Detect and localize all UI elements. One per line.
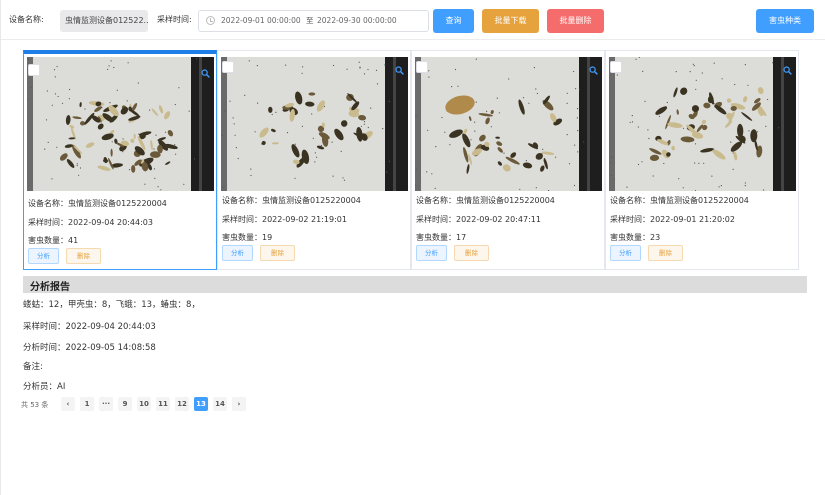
trap-photo[interactable]: [221, 57, 408, 191]
pest-species-button[interactable]: 害虫种类: [756, 9, 814, 33]
delete-button[interactable]: 删除: [66, 248, 101, 264]
trap-photo[interactable]: [27, 57, 214, 191]
card-device-name: 设备名称：虫情监测设备0125220004: [610, 196, 749, 205]
next-page-button[interactable]: ›: [232, 397, 246, 411]
select-checkbox[interactable]: [28, 64, 40, 76]
card-device-name: 设备名称：虫情监测设备0125220004: [222, 196, 361, 205]
select-checkbox[interactable]: [610, 61, 622, 73]
end-time-input[interactable]: 2022-09-30 00:00:00: [317, 11, 397, 31]
card-pest-count: 害虫数量：19: [222, 233, 273, 242]
zoom-icon[interactable]: [783, 60, 792, 75]
page-button[interactable]: 12: [175, 397, 189, 411]
image-card-grid: 设备名称：虫情监测设备0125220004 采样时间：2022-09-04 20:…: [23, 50, 799, 270]
date-range-picker[interactable]: 2022-09-01 00:00:00 至 2022-09-30 00:00:0…: [198, 10, 429, 32]
page-ellipsis[interactable]: ···: [99, 397, 113, 411]
card-sample-time: 采样时间：2022-09-04 20:44:03: [28, 218, 153, 227]
report-analysis-time: 分析时间：2022-09-05 14:08:58: [23, 343, 156, 353]
card-pest-count: 害虫数量：17: [416, 233, 467, 242]
analyze-button[interactable]: 分析: [610, 245, 641, 261]
card-pest-count: 害虫数量：41: [28, 236, 79, 245]
report-title: 分析报告: [30, 282, 70, 293]
image-card[interactable]: 设备名称：虫情监测设备0125220004 采样时间：2022-09-01 21:…: [605, 50, 799, 270]
trap-photo[interactable]: [609, 57, 796, 191]
analyze-button[interactable]: 分析: [416, 245, 447, 261]
page-button[interactable]: 14: [213, 397, 227, 411]
analyze-button[interactable]: 分析: [222, 245, 253, 261]
select-checkbox[interactable]: [416, 61, 428, 73]
prev-page-button[interactable]: ‹: [61, 397, 75, 411]
card-sample-time: 采样时间：2022-09-01 21:20:02: [610, 215, 735, 224]
delete-button[interactable]: 删除: [648, 245, 683, 261]
device-label: 设备名称:: [9, 15, 44, 24]
start-time-input[interactable]: 2022-09-01 00:00:00: [221, 11, 301, 31]
image-card[interactable]: 设备名称：虫情监测设备0125220004 采样时间：2022-09-02 21:…: [217, 50, 411, 270]
page-button[interactable]: 13: [194, 397, 208, 411]
zoom-icon[interactable]: [395, 60, 404, 75]
filter-toolbar: 设备名称: 虫情监测设备012522... 采样时间: 2022-09-01 0…: [1, 0, 825, 40]
page-button[interactable]: 10: [137, 397, 151, 411]
clock-icon: [206, 16, 215, 25]
delete-button[interactable]: 删除: [260, 245, 295, 261]
sample-time-label: 采样时间:: [157, 15, 192, 24]
card-sample-time: 采样时间：2022-09-02 20:47:11: [416, 215, 541, 224]
select-checkbox[interactable]: [222, 61, 234, 73]
pest-image-page: 设备名称: 虫情监测设备012522... 采样时间: 2022-09-01 0…: [0, 0, 825, 495]
pagination-total: 共 53 条: [21, 401, 49, 409]
trap-photo[interactable]: [415, 57, 602, 191]
analyze-button[interactable]: 分析: [28, 248, 59, 264]
page-button[interactable]: 11: [156, 397, 170, 411]
image-card[interactable]: 设备名称：虫情监测设备0125220004 采样时间：2022-09-04 20:…: [23, 50, 217, 270]
card-sample-time: 采样时间：2022-09-02 21:19:01: [222, 215, 347, 224]
report-sample-time: 采样时间：2022-09-04 20:44:03: [23, 322, 156, 332]
image-card[interactable]: 设备名称：虫情监测设备0125220004 采样时间：2022-09-02 20:…: [411, 50, 605, 270]
report-remark: 备注:: [23, 362, 43, 372]
zoom-icon[interactable]: [201, 63, 210, 78]
report-header: 分析报告: [23, 276, 807, 293]
device-select[interactable]: 虫情监测设备012522...: [60, 10, 148, 32]
page-button[interactable]: 9: [118, 397, 132, 411]
card-pest-count: 害虫数量：23: [610, 233, 661, 242]
report-pest-counts: 蝼蛄：12，甲壳虫：8，飞蛾：13，蝽虫：8，: [23, 300, 200, 310]
range-separator: 至: [306, 16, 314, 25]
batch-delete-button[interactable]: 批量删除: [547, 9, 604, 33]
page-button[interactable]: 1: [80, 397, 94, 411]
batch-download-button[interactable]: 批量下载: [482, 9, 539, 33]
zoom-icon[interactable]: [589, 60, 598, 75]
delete-button[interactable]: 删除: [454, 245, 489, 261]
report-analyst: 分析员：AI: [23, 382, 66, 392]
card-device-name: 设备名称：虫情监测设备0125220004: [28, 199, 167, 208]
card-device-name: 设备名称：虫情监测设备0125220004: [416, 196, 555, 205]
query-button[interactable]: 查询: [433, 9, 474, 33]
